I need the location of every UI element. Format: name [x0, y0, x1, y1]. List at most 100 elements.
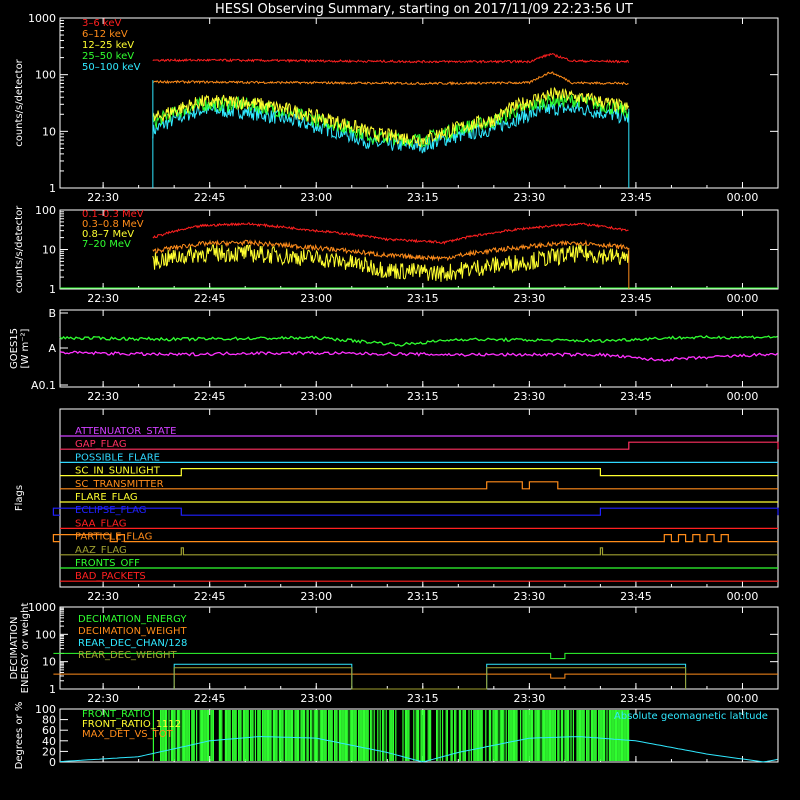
time-tick-label: 23:30: [514, 590, 546, 603]
flag-line: [60, 481, 778, 490]
front-ratio-bar: [319, 710, 321, 761]
front-ratio-bar: [360, 710, 362, 761]
flag-line: [52, 507, 779, 516]
time-tick-label: 23:00: [300, 590, 332, 603]
front-ratio-bar: [250, 710, 252, 761]
front-ratio-bar: [560, 710, 562, 761]
front-ratio-bar: [421, 710, 423, 761]
front-ratio-bar: [445, 710, 447, 761]
front-ratio-bar: [344, 710, 346, 761]
front-ratio-bar: [354, 710, 356, 761]
front-ratio-bar: [346, 710, 348, 761]
front-ratio-bar: [364, 710, 366, 761]
front-ratio-bar: [210, 710, 212, 761]
count-rates-low-ylabel: counts/s/detector: [14, 58, 25, 146]
flag-label: FRONTS_OFF: [75, 558, 140, 569]
time-tick-label: 22:30: [87, 692, 119, 705]
count-rates-low-legend-entry: 12–25 keV: [82, 40, 134, 51]
front-ratio-bar: [330, 710, 332, 761]
count-rates-high-ytick-label: 10: [42, 244, 56, 257]
front-ratio-bar: [581, 710, 583, 761]
goes-series-line: [59, 350, 778, 362]
goes-ytick-label: B: [48, 307, 56, 320]
front-ratio-bar: [193, 710, 195, 761]
front-ratio-bar: [221, 710, 223, 761]
front-ratio-bar: [373, 710, 375, 761]
front-ratio-bar: [335, 710, 337, 761]
front-ratio-bar: [226, 710, 228, 761]
front-ratio-bar: [301, 710, 303, 761]
front-ratio-bar: [599, 710, 601, 761]
front-ratio-bar: [492, 710, 494, 761]
time-tick-label: 22:30: [87, 590, 119, 603]
time-tick-label: 23:15: [407, 692, 439, 705]
front-ratio-bar: [464, 710, 466, 761]
front-ratio-bar: [278, 710, 280, 761]
flag-label: PARTICLE_FLAG: [75, 532, 152, 543]
series-line: [152, 86, 629, 148]
front-ratio-bar: [475, 710, 477, 761]
goes-ytick-label: A0.1: [31, 379, 56, 392]
time-tick-label: 00:00: [727, 292, 759, 305]
front-ratio-bar: [576, 710, 578, 761]
front-ratio-bar: [203, 710, 205, 761]
front-ratio-bar: [233, 710, 235, 761]
front-ratio-bar: [204, 710, 206, 761]
count-rates-low-legend-entry: 3–6 keV: [82, 18, 121, 29]
front-ratio-bar: [524, 710, 526, 761]
front-ratio-bar: [508, 710, 510, 761]
front-ratio-bar: [460, 710, 462, 761]
front-ratio-bar: [286, 710, 288, 761]
decimation-ytick-label: 1: [49, 683, 56, 696]
front-ratio-bar: [436, 710, 438, 761]
flag-label: FLARE_FLAG: [75, 492, 138, 503]
front-ratio-bar: [244, 710, 246, 761]
decimation-ytick-label: 1000: [28, 601, 56, 614]
time-tick-label: 23:00: [300, 390, 332, 403]
front-ratio-bar: [179, 710, 181, 761]
count-rates-high-ylabel: counts/s/detector: [14, 205, 25, 293]
front-ratio-bar: [188, 710, 190, 761]
front-ratio-bar: [546, 710, 548, 761]
front-ratio-bar: [535, 710, 537, 761]
front-ratio-bar: [580, 710, 582, 761]
front-ratio-bar: [536, 710, 538, 761]
front-ratio-bar: [185, 710, 187, 761]
hessi-summary: HESSI Observing Summary, starting on 201…: [0, 0, 800, 800]
front-ratio-bar: [437, 710, 439, 761]
goes-frame: [59, 309, 779, 388]
front-ratio-bar: [263, 710, 265, 761]
time-tick-label: 23:30: [514, 390, 546, 403]
front-ratio-bar: [442, 710, 444, 761]
series-line: [152, 222, 629, 245]
front-ratio-bar: [601, 710, 603, 761]
time-tick-label: 23:15: [407, 590, 439, 603]
front-ratio-bar: [212, 710, 214, 761]
front-ratio-bar: [402, 710, 404, 761]
front-ratio-bar: [470, 710, 472, 761]
time-tick-label: 23:30: [514, 292, 546, 305]
count-rates-low-ytick-label: 1000: [28, 12, 56, 25]
front-ratio-bar: [200, 710, 202, 761]
front-ratio-bar: [600, 710, 602, 761]
time-tick-label: 23:30: [514, 191, 546, 204]
front-ratio-bar: [246, 710, 248, 761]
goes-ytick-label: A: [48, 342, 56, 355]
front-ratio-bar: [583, 710, 585, 761]
time-tick-label: 22:30: [87, 191, 119, 204]
front-ratio-bar: [532, 710, 534, 761]
front-ratio-bar: [515, 710, 517, 761]
front-ratio-bar: [259, 710, 261, 761]
front-ratio-bar: [178, 710, 180, 761]
front-ratio-bar: [493, 710, 495, 761]
front-ratio-bar: [239, 710, 241, 761]
front-ratio-bar: [247, 710, 249, 761]
front-ratio-bar: [282, 710, 284, 761]
decimation-line: [173, 667, 687, 690]
time-tick-label: 00:00: [727, 692, 759, 705]
front-ratio-bar: [490, 710, 492, 761]
front-ratio-bar: [379, 710, 381, 761]
front-ratio-bar: [418, 710, 420, 761]
time-tick-label: 22:45: [194, 191, 226, 204]
front-ratio-bar: [266, 710, 268, 761]
